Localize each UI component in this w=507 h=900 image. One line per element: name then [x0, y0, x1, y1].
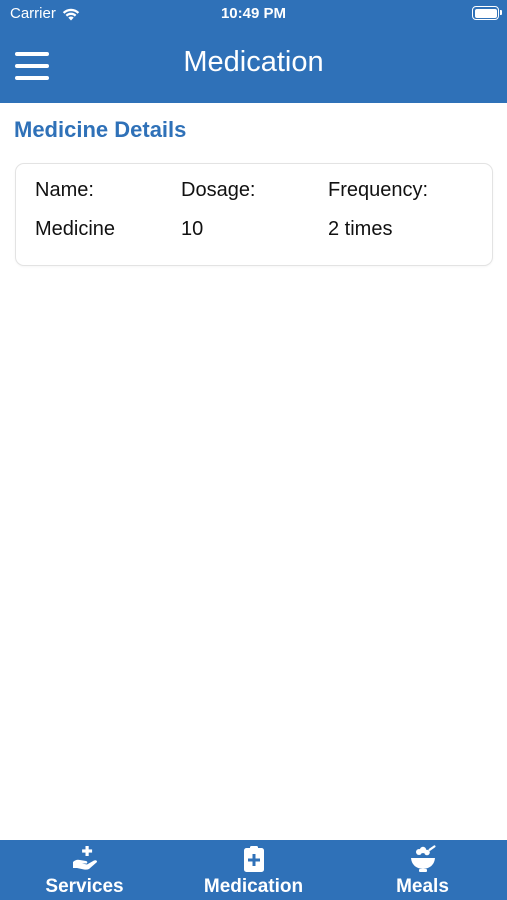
status-time: 10:49 PM [220, 5, 287, 22]
frequency-header: Frequency: [328, 179, 429, 201]
battery-icon [472, 6, 502, 20]
name-header: Name: [35, 179, 94, 201]
dosage-column: Dosage: 10 [181, 179, 256, 241]
frequency-value: 2 times [328, 218, 393, 240]
section-title: Medicine Details [14, 117, 187, 142]
tab-label-medication: Medication [203, 876, 304, 897]
tab-services[interactable]: Services [0, 840, 169, 900]
navigation-bar: Medication [0, 28, 507, 103]
dosage-value: 10 [181, 218, 204, 240]
hand-holding-medical-icon [72, 846, 97, 870]
notes-medical-icon [243, 846, 264, 872]
tab-meals[interactable]: Meals [338, 840, 507, 900]
page-title: Medication [183, 46, 324, 78]
food-bowl-icon [410, 845, 436, 872]
top-bar: Carrier 10:49 PM Medication [0, 0, 507, 103]
tab-label-services: Services [45, 876, 124, 897]
medicine-details-card: Name: Medicine Dosage: 10 Frequency: 2 t… [15, 163, 493, 266]
name-column: Name: Medicine [35, 179, 115, 241]
tab-medication[interactable]: Medication [169, 840, 338, 900]
tab-bar: Services Medication Meals [0, 840, 507, 900]
tab-label-meals: Meals [396, 876, 449, 897]
dosage-header: Dosage: [181, 179, 256, 201]
name-value: Medicine [35, 218, 116, 240]
status-bar: Carrier 10:49 PM [0, 0, 507, 28]
frequency-column: Frequency: 2 times [328, 179, 428, 241]
